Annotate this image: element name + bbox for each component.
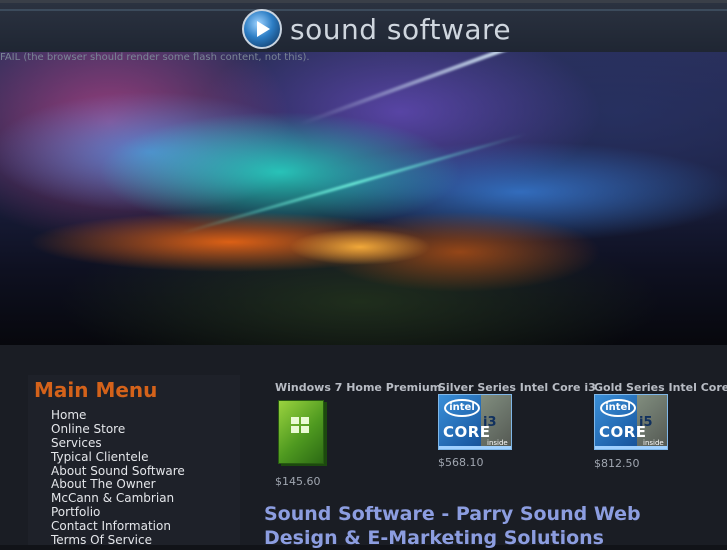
menu-item-about-the-owner[interactable]: About The Owner <box>51 478 185 492</box>
menu-item-terms-of-service[interactable]: Terms Of Service <box>51 533 185 548</box>
menu-item-online-store[interactable]: Online Store <box>51 422 185 437</box>
windows-box-icon[interactable] <box>278 400 324 464</box>
product-name[interactable]: Windows 7 Home Premium <box>275 381 441 394</box>
menu-item-typical-clientele[interactable]: Typical Clientele <box>51 450 185 465</box>
menu-item-services[interactable]: Services <box>51 436 185 451</box>
product-windows-7[interactable]: Windows 7 Home Premium $145.60 <box>275 381 441 488</box>
play-circle-icon <box>242 9 282 49</box>
product-price: $812.50 <box>594 457 640 470</box>
main-menu-title: Main Menu <box>34 378 158 402</box>
product-intel-i3[interactable]: Silver Series Intel Core i3 intel i3 COR… <box>438 381 596 469</box>
menu-item-portfolio[interactable]: Portfolio <box>51 505 185 520</box>
menu-item-home[interactable]: Home <box>51 408 185 423</box>
site-logo[interactable]: sound software <box>242 9 511 49</box>
menu-item-mccann-cambrian[interactable]: McCann & Cambrian <box>51 491 185 506</box>
intel-core-i5-icon[interactable]: intel i5 CORE inside <box>594 394 668 450</box>
logo-text: sound software <box>290 12 512 46</box>
flash-banner <box>0 52 727 345</box>
product-intel-i5[interactable]: Gold Series Intel Core i5 intel i5 CORE … <box>594 381 727 470</box>
page-headline: Sound Software - Parry Sound Web Design … <box>264 503 641 549</box>
product-name[interactable]: Gold Series Intel Core i5 <box>594 381 727 394</box>
product-name[interactable]: Silver Series Intel Core i3 <box>438 381 596 394</box>
intel-core-i3-icon[interactable]: intel i3 CORE inside <box>438 394 512 450</box>
banner-light-streak <box>299 52 715 126</box>
flash-fallback-text: FAIL (the browser should render some fla… <box>0 52 310 63</box>
main-menu: Home Online Store Services Typical Clien… <box>51 408 185 548</box>
menu-item-about-sound-software[interactable]: About Sound Software <box>51 464 185 479</box>
menu-item-contact-information[interactable]: Contact Information <box>51 519 185 534</box>
site-header: sound software <box>0 0 727 52</box>
banner-light-streak-secondary <box>179 132 527 235</box>
product-price: $568.10 <box>438 456 484 469</box>
product-price: $145.60 <box>275 475 321 488</box>
